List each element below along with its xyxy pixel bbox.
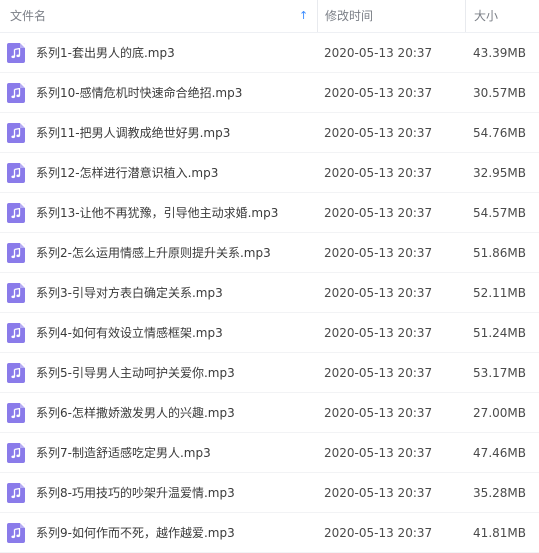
- audio-file-icon: [7, 43, 25, 63]
- file-size: 51.24MB: [473, 326, 526, 340]
- column-header-size-label: 大小: [474, 9, 499, 23]
- file-row[interactable]: 系列6-怎样撒娇激发男人的兴趣.mp3 2020-05-13 20:37 27.…: [0, 393, 539, 433]
- file-modified-date: 2020-05-13 20:37: [324, 286, 433, 300]
- file-row[interactable]: 系列5-引导男人主动呵护关爱你.mp3 2020-05-13 20:37 53.…: [0, 353, 539, 393]
- file-modified-date: 2020-05-13 20:37: [324, 326, 433, 340]
- column-header-name-label: 文件名: [10, 9, 47, 23]
- file-name[interactable]: 系列13-让他不再犹豫，引导他主动求婚.mp3: [36, 193, 278, 233]
- file-modified-date: 2020-05-13 20:37: [324, 46, 433, 60]
- file-size: 41.81MB: [473, 526, 526, 540]
- audio-file-icon: [7, 443, 25, 463]
- file-modified-date: 2020-05-13 20:37: [324, 246, 433, 260]
- file-name[interactable]: 系列11-把男人调教成绝世好男.mp3: [36, 113, 230, 153]
- file-row[interactable]: 系列13-让他不再犹豫，引导他主动求婚.mp3 2020-05-13 20:37…: [0, 193, 539, 233]
- file-modified-date: 2020-05-13 20:37: [324, 406, 433, 420]
- file-modified-date: 2020-05-13 20:37: [324, 206, 433, 220]
- file-row[interactable]: 系列10-感情危机时快速命合绝招.mp3 2020-05-13 20:37 30…: [0, 73, 539, 113]
- audio-file-icon: [7, 83, 25, 103]
- audio-file-icon: [7, 323, 25, 343]
- column-header-modified[interactable]: 修改时间: [317, 0, 465, 32]
- audio-file-icon: [7, 523, 25, 543]
- file-size: 52.11MB: [473, 286, 526, 300]
- file-size: 54.57MB: [473, 206, 526, 220]
- file-name[interactable]: 系列5-引导男人主动呵护关爱你.mp3: [36, 353, 235, 393]
- file-size: 27.00MB: [473, 406, 526, 420]
- column-header-name[interactable]: 文件名: [10, 0, 310, 32]
- column-header-modified-label: 修改时间: [325, 9, 374, 23]
- file-modified-date: 2020-05-13 20:37: [324, 366, 433, 380]
- file-name[interactable]: 系列3-引导对方表白确定关系.mp3: [36, 273, 223, 313]
- file-name[interactable]: 系列12-怎样进行潜意识植入.mp3: [36, 153, 218, 193]
- audio-file-icon: [7, 283, 25, 303]
- audio-file-icon: [7, 483, 25, 503]
- file-size: 32.95MB: [473, 166, 526, 180]
- file-size: 30.57MB: [473, 86, 526, 100]
- file-row[interactable]: 系列11-把男人调教成绝世好男.mp3 2020-05-13 20:37 54.…: [0, 113, 539, 153]
- file-size: 53.17MB: [473, 366, 526, 380]
- audio-file-icon: [7, 363, 25, 383]
- file-row[interactable]: 系列9-如何作而不死，越作越爱.mp3 2020-05-13 20:37 41.…: [0, 513, 539, 553]
- file-size: 43.39MB: [473, 46, 526, 60]
- file-name[interactable]: 系列10-感情危机时快速命合绝招.mp3: [36, 73, 242, 113]
- file-name[interactable]: 系列6-怎样撒娇激发男人的兴趣.mp3: [36, 393, 235, 433]
- file-name[interactable]: 系列9-如何作而不死，越作越爱.mp3: [36, 513, 235, 553]
- audio-file-icon: [7, 123, 25, 143]
- file-modified-date: 2020-05-13 20:37: [324, 486, 433, 500]
- audio-file-icon: [7, 403, 25, 423]
- file-size: 47.46MB: [473, 446, 526, 460]
- file-row[interactable]: 系列7-制造舒适感吃定男人.mp3 2020-05-13 20:37 47.46…: [0, 433, 539, 473]
- file-name[interactable]: 系列1-套出男人的底.mp3: [36, 33, 175, 73]
- file-size: 54.76MB: [473, 126, 526, 140]
- file-modified-date: 2020-05-13 20:37: [324, 446, 433, 460]
- file-name[interactable]: 系列2-怎么运用情感上升原则提升关系.mp3: [36, 233, 271, 273]
- file-modified-date: 2020-05-13 20:37: [324, 126, 433, 140]
- file-modified-date: 2020-05-13 20:37: [324, 166, 433, 180]
- audio-file-icon: [7, 163, 25, 183]
- file-name[interactable]: 系列7-制造舒适感吃定男人.mp3: [36, 433, 211, 473]
- file-row[interactable]: 系列12-怎样进行潜意识植入.mp3 2020-05-13 20:37 32.9…: [0, 153, 539, 193]
- file-modified-date: 2020-05-13 20:37: [324, 86, 433, 100]
- file-name[interactable]: 系列4-如何有效设立情感框架.mp3: [36, 313, 223, 353]
- audio-file-icon: [7, 203, 25, 223]
- file-list: 系列1-套出男人的底.mp3 2020-05-13 20:37 43.39MB …: [0, 33, 539, 553]
- file-row[interactable]: 系列2-怎么运用情感上升原则提升关系.mp3 2020-05-13 20:37 …: [0, 233, 539, 273]
- sort-ascending-icon[interactable]: ↑: [299, 0, 308, 32]
- file-size: 35.28MB: [473, 486, 526, 500]
- file-modified-date: 2020-05-13 20:37: [324, 526, 433, 540]
- file-row[interactable]: 系列4-如何有效设立情感框架.mp3 2020-05-13 20:37 51.2…: [0, 313, 539, 353]
- file-row[interactable]: 系列8-巧用技巧的吵架升温爱情.mp3 2020-05-13 20:37 35.…: [0, 473, 539, 513]
- file-size: 51.86MB: [473, 246, 526, 260]
- file-name[interactable]: 系列8-巧用技巧的吵架升温爱情.mp3: [36, 473, 235, 513]
- audio-file-icon: [7, 243, 25, 263]
- file-list-header: 文件名 ↑ 修改时间 大小: [0, 0, 539, 33]
- file-row[interactable]: 系列1-套出男人的底.mp3 2020-05-13 20:37 43.39MB: [0, 33, 539, 73]
- column-header-size[interactable]: 大小: [465, 0, 539, 32]
- file-row[interactable]: 系列3-引导对方表白确定关系.mp3 2020-05-13 20:37 52.1…: [0, 273, 539, 313]
